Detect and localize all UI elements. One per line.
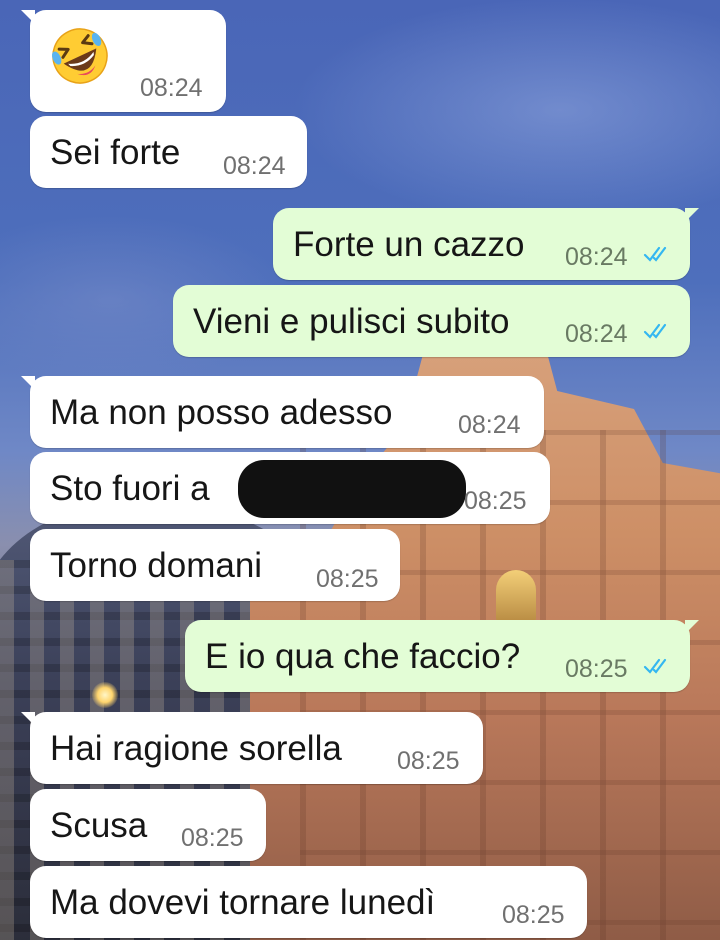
message-text: Forte un cazzo [293,225,525,264]
message-time: 08:25 [316,565,379,593]
message-time: 08:24 [458,411,521,439]
message-text: Hai ragione sorella [50,729,342,768]
message-time: 08:25 [397,747,460,775]
message-text: Vieni e pulisci subito [193,302,510,341]
message-bubble-incoming[interactable]: Hai ragione sorella 08:25 [21,712,483,784]
read-receipt-icon [643,323,667,339]
message-text: Sei forte [50,133,181,172]
message-text: Ma non posso adesso [50,393,393,432]
message-bubble-outgoing[interactable]: Vieni e pulisci subito 08:24 [173,285,690,357]
message-bubble-incoming[interactable]: Torno domani 08:25 [30,529,400,601]
message-bubble-incoming[interactable]: Sto fuori a 08:25 [30,452,550,524]
message-time: 08:25 [181,824,244,852]
read-receipt-icon [643,246,667,262]
message-bubble-incoming[interactable]: Scusa 08:25 [30,789,266,861]
message-bubble-outgoing[interactable]: Forte un cazzo 08:24 [273,208,699,280]
message-bubble-incoming[interactable]: Ma dovevi tornare lunedì 08:25 [30,866,587,938]
message-time: 08:25 [565,655,628,683]
message-text: Ma dovevi tornare lunedì [50,883,436,922]
message-time: 08:24 [565,243,628,271]
message-text: E io qua che faccio? [205,637,521,676]
message-time: 08:24 [140,74,203,102]
message-bubble-incoming[interactable]: Sei forte 08:24 [30,116,307,188]
message-bubble-incoming[interactable]: 08:24 [21,10,226,112]
message-text: Torno domani [50,546,263,585]
message-text: Scusa [50,806,148,845]
message-time: 08:24 [223,152,286,180]
message-text: Sto fuori a [50,469,210,508]
redaction-scribble [238,460,466,518]
message-bubble-incoming[interactable]: Ma non posso adesso 08:24 [21,376,544,448]
read-receipt-icon [643,658,667,674]
message-time: 08:25 [464,487,527,515]
message-time: 08:24 [565,320,628,348]
message-bubble-outgoing[interactable]: E io qua che faccio? 08:25 [185,620,699,692]
message-time: 08:25 [502,901,565,929]
rolling-laughing-emoji-icon [52,28,108,84]
message-list[interactable]: 08:24 Sei forte 08:24 Forte un cazzo 08:… [0,0,720,940]
